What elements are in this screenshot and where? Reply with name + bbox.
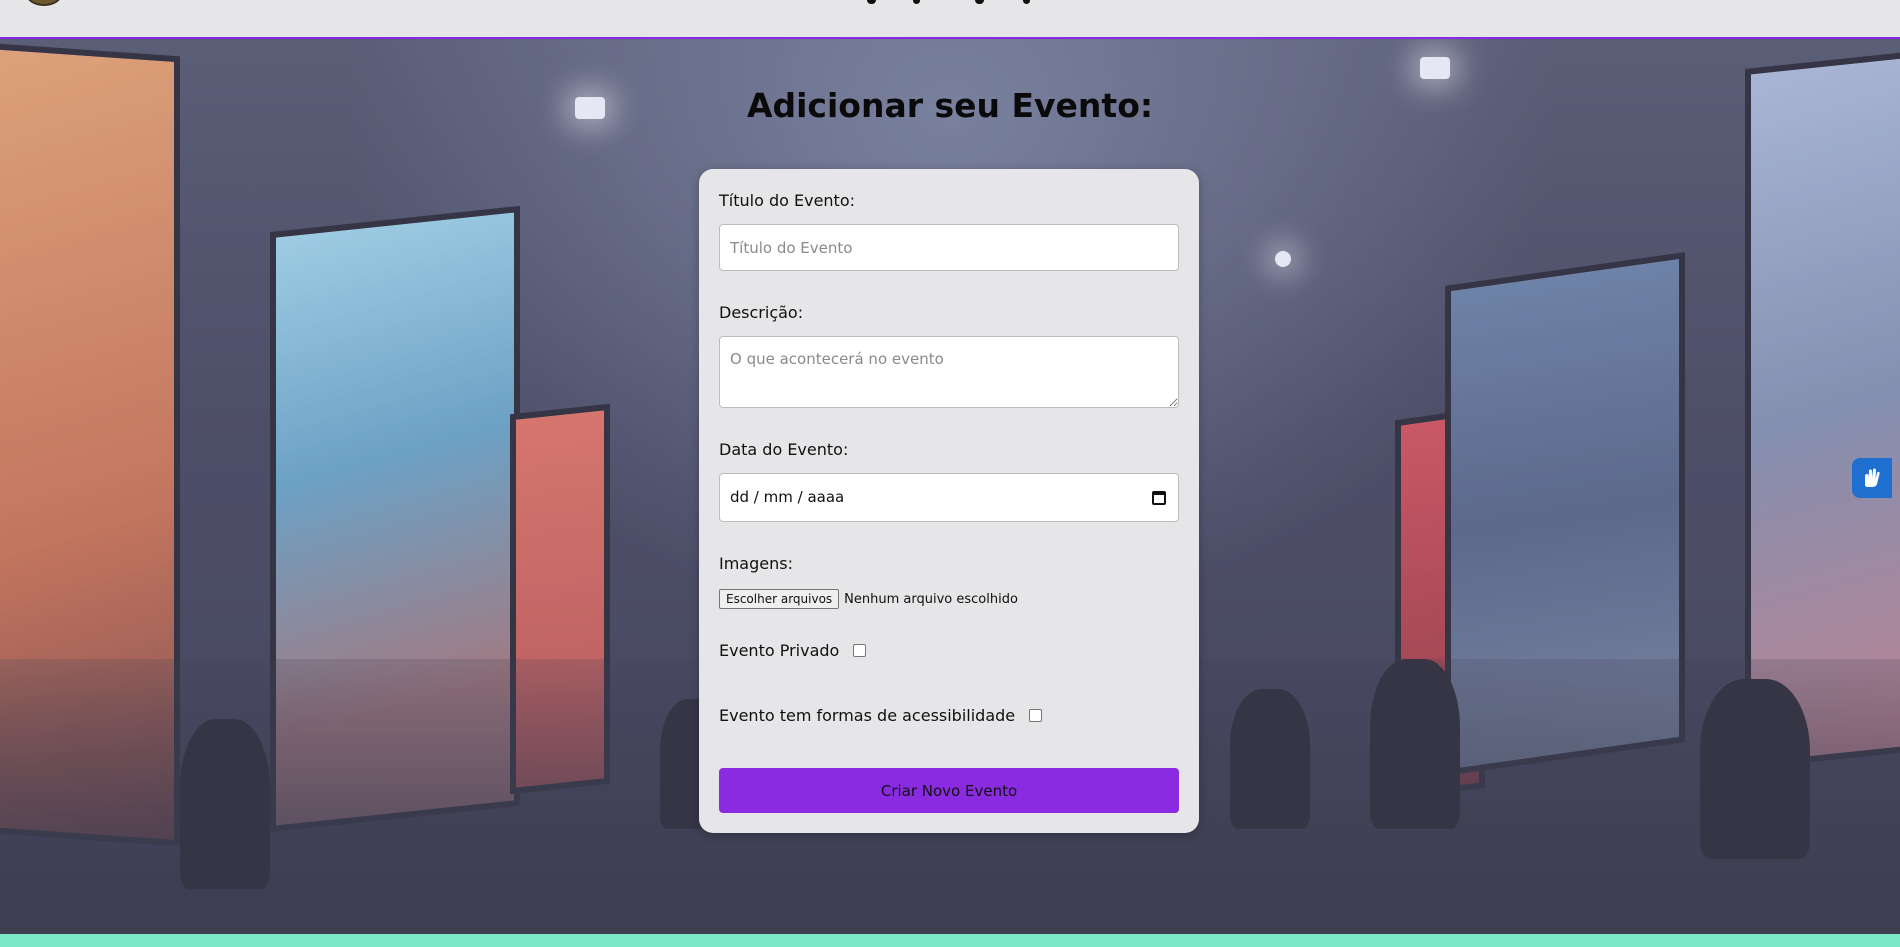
footer-strip: [0, 934, 1900, 947]
choose-files-button[interactable]: Escolher arquivos: [719, 589, 840, 609]
calendar-icon[interactable]: [1152, 491, 1166, 505]
images-label: Imagens:: [719, 554, 793, 573]
accessibility-checkbox[interactable]: [1029, 709, 1043, 722]
event-form: Título do Evento: Descrição: Data do Eve…: [699, 169, 1199, 833]
accessibility-widget-button[interactable]: [1852, 458, 1892, 498]
site-header: [0, 0, 1900, 39]
accessibility-label: Evento tem formas de acessibilidade: [719, 706, 1016, 725]
page-title: Adicionar seu Evento:: [746, 86, 1154, 125]
event-title-input[interactable]: [719, 224, 1179, 271]
private-event-checkbox[interactable]: [853, 644, 867, 657]
file-status-text: Nenhum arquivo escolhido: [844, 591, 1018, 607]
private-event-label: Evento Privado: [719, 641, 840, 660]
event-date-input[interactable]: dd / mm / aaaa: [719, 473, 1179, 522]
site-brand-cropped: [855, 0, 1055, 6]
title-label: Título do Evento:: [719, 191, 855, 210]
private-event-row: Evento Privado: [719, 641, 867, 660]
logo-icon[interactable]: [26, 0, 62, 6]
date-label: Data do Evento:: [719, 440, 849, 459]
date-placeholder: dd / mm / aaaa: [730, 488, 845, 506]
event-description-textarea[interactable]: [719, 336, 1179, 408]
description-label: Descrição:: [719, 303, 804, 322]
accessibility-row: Evento tem formas de acessibilidade: [719, 706, 1043, 725]
image-file-input: Escolher arquivos Nenhum arquivo escolhi…: [719, 588, 1018, 610]
sign-language-hands-icon: [1865, 468, 1880, 487]
create-event-button[interactable]: Criar Novo Evento: [719, 768, 1179, 813]
